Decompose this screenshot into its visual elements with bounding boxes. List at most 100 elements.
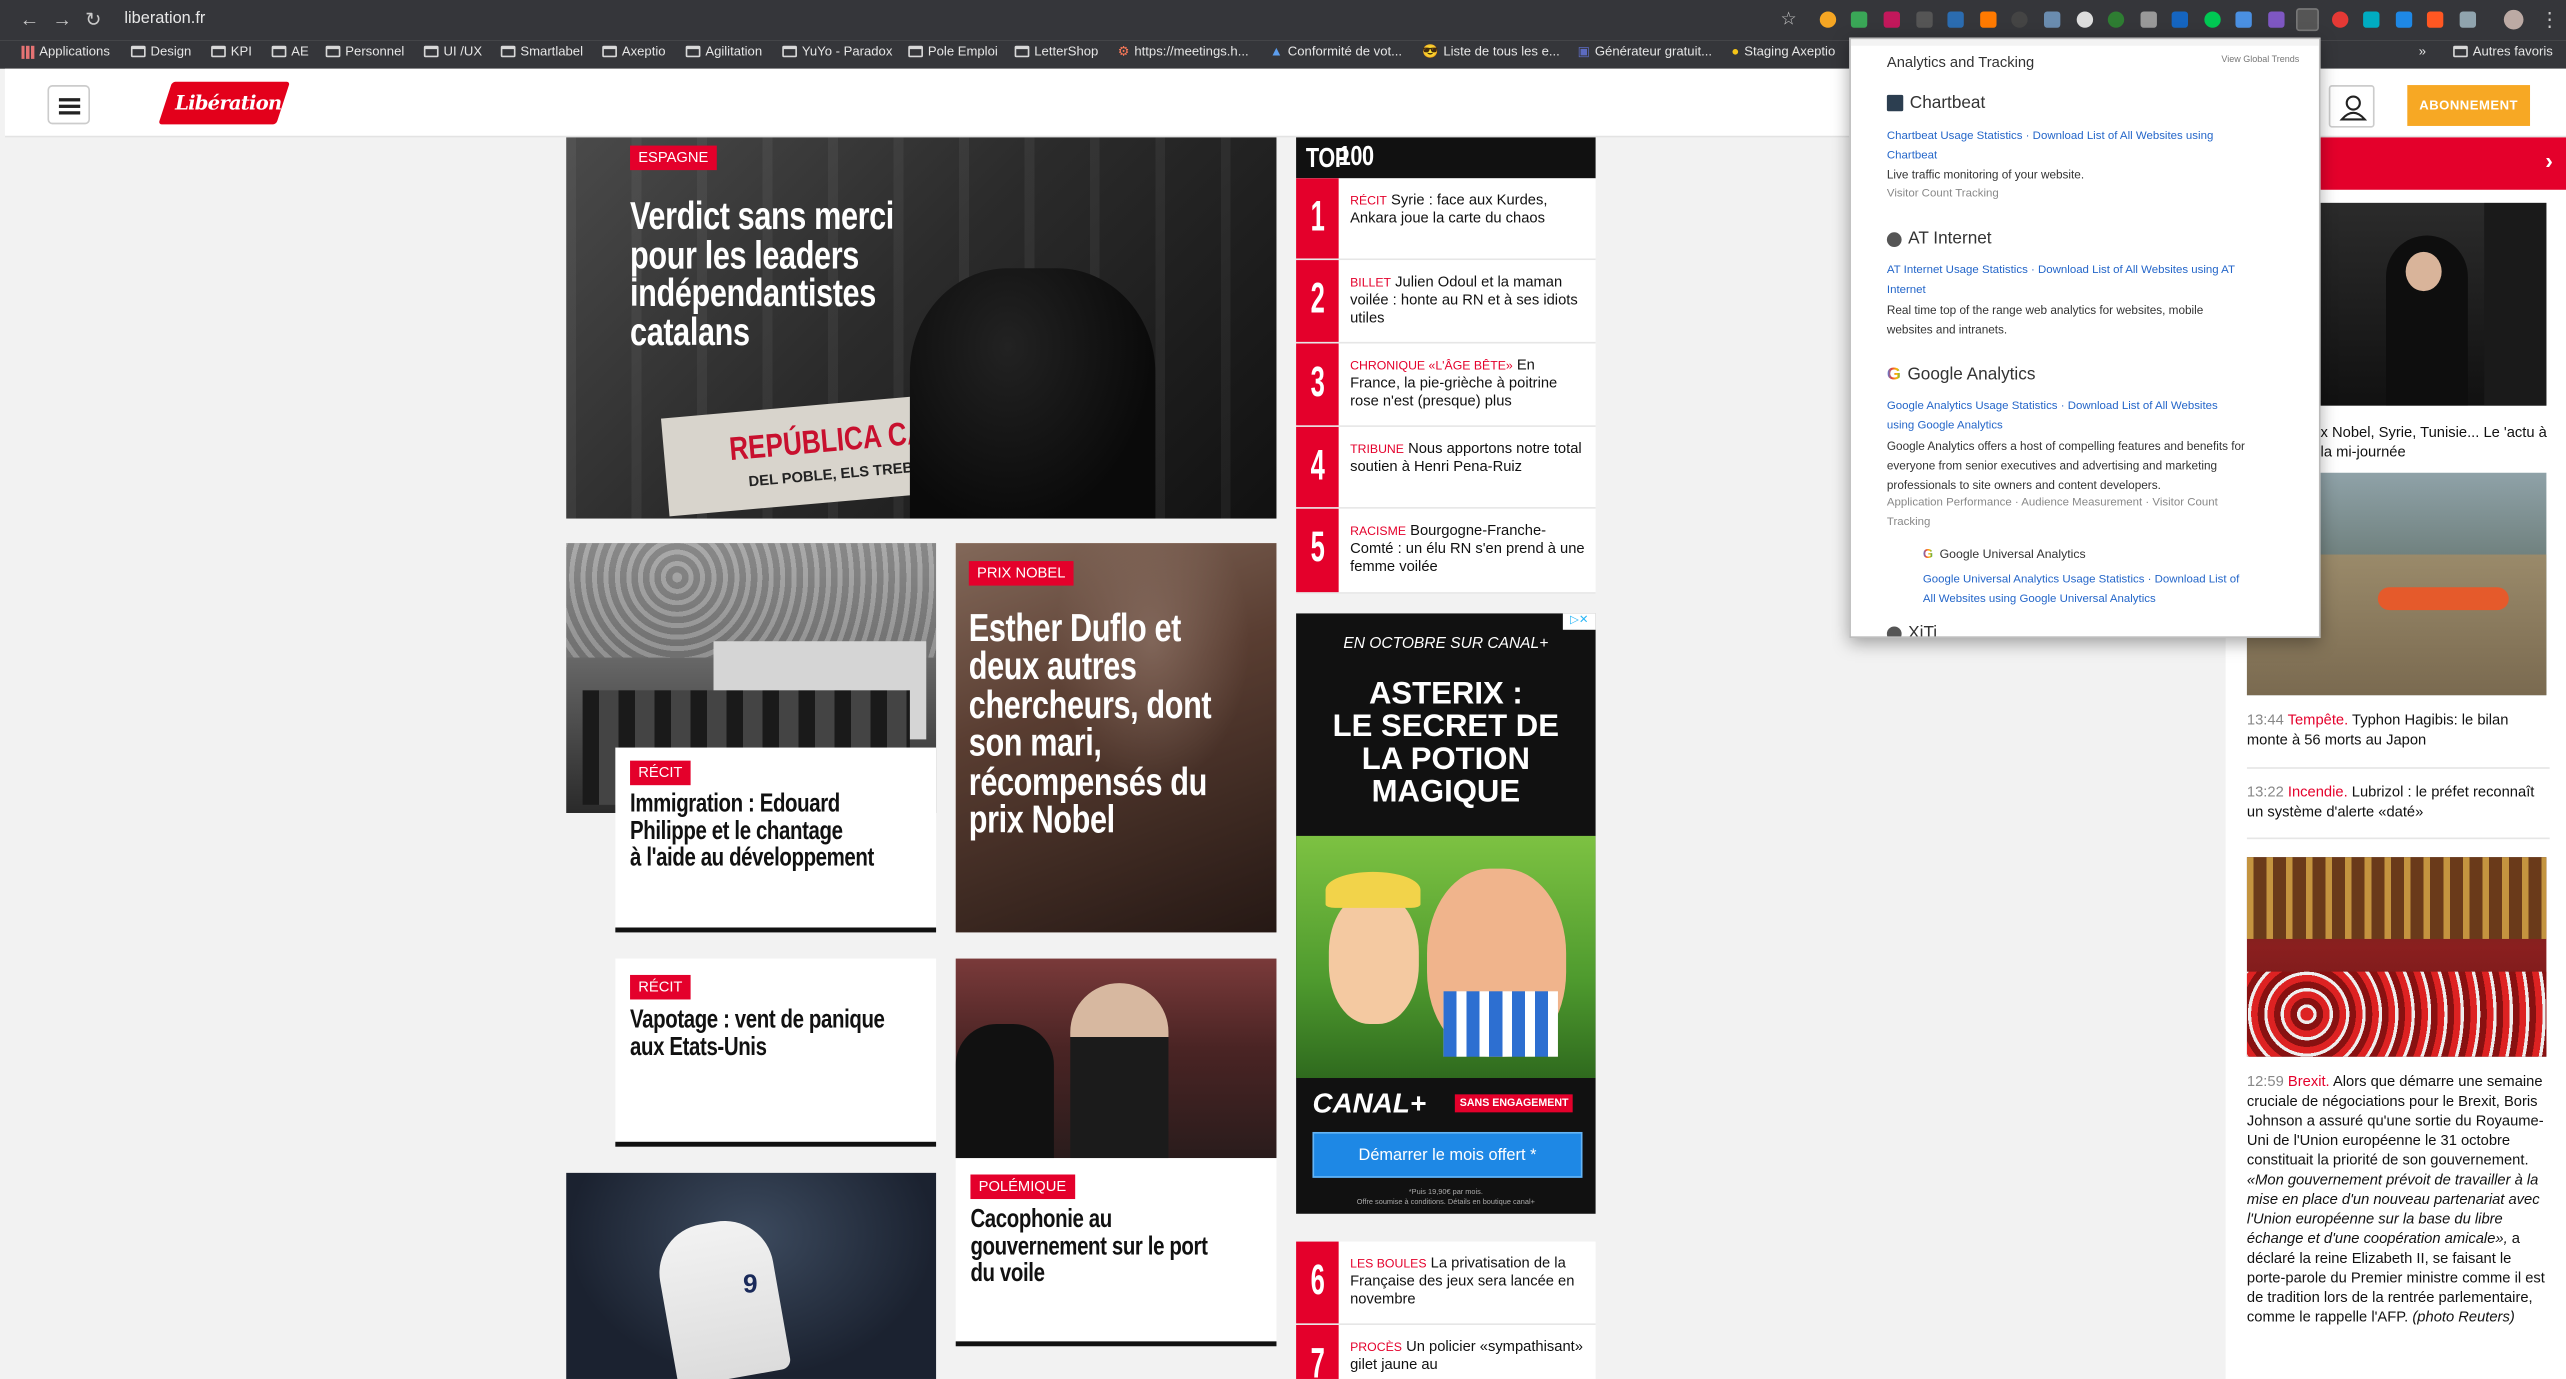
bookmark-link[interactable]: ▣ Générateur gratuit... [1578, 44, 1712, 59]
extension-icon[interactable] [2076, 11, 2094, 28]
canal-plus-ad[interactable]: ▷✕ EN OCTOBRE SUR CANAL+ ASTERIX : LE SE… [1296, 613, 1596, 1214]
bookmark-folder[interactable]: Agilitation [685, 44, 762, 59]
forward-icon[interactable]: → [52, 8, 72, 31]
news-item[interactable]: x Nobel, Syrie, Tunisie... Le 'actu à la… [2321, 422, 2550, 461]
extension-icon[interactable] [2140, 11, 2157, 28]
extension-icon[interactable] [2043, 11, 2061, 28]
folder-icon [685, 45, 701, 58]
chartbeat-links[interactable]: Chartbeat Usage Statistics · Download Li… [1887, 128, 2213, 148]
subscribe-button[interactable]: ABONNEMENT [2407, 85, 2531, 126]
extension-icon[interactable] [2171, 11, 2189, 28]
bookmark-folder[interactable]: Design [130, 44, 191, 59]
bookmark-other[interactable]: Autres favoris [2453, 44, 2553, 59]
immigration-card[interactable]: RÉCIT Immigration : Edouard Philippe et … [615, 747, 937, 931]
google-analytics-links[interactable]: using Google Analytics [1887, 417, 2003, 437]
folder-icon [211, 45, 226, 58]
kebab-menu-icon[interactable]: ⋮ [2540, 8, 2560, 31]
xiti-heading[interactable]: XiTi [1886, 623, 1937, 637]
extension-icon[interactable] [1916, 11, 1933, 28]
google-analytics-links[interactable]: Google Analytics Usage Statistics · Down… [1887, 397, 2218, 417]
cacophonie-card[interactable]: POLÉMIQUE Cacophonie au gouvernement sur… [955, 1158, 1277, 1345]
extension-icon[interactable] [2235, 11, 2252, 28]
parliament-photo[interactable] [2246, 857, 2547, 1057]
bookmark-apps[interactable]: Applications [21, 44, 110, 59]
bookmark-folder[interactable]: Axeptio [602, 44, 666, 59]
top100-header: TOP 100 [1296, 137, 1596, 179]
chartbeat-heading[interactable]: Chartbeat [1886, 93, 1985, 113]
reload-icon[interactable]: ↻ [85, 8, 101, 31]
cacophonie-photo[interactable] [955, 958, 1277, 1159]
bookmark-link[interactable]: ⚙ https://meetings.h... [1118, 44, 1249, 59]
football-photo[interactable]: 9 [566, 1172, 937, 1379]
profile-avatar[interactable] [2503, 9, 2524, 30]
bookmark-folder[interactable]: LetterShop [1014, 44, 1098, 59]
star-icon[interactable]: ☆ [1781, 8, 1797, 31]
extension-icon[interactable] [2395, 11, 2413, 28]
bookmark-folder[interactable]: UI /UX [423, 44, 482, 59]
address-bar[interactable]: liberation.fr [124, 10, 205, 28]
back-icon[interactable]: ← [20, 8, 40, 31]
extension-icon[interactable] [1947, 11, 1964, 28]
right-photo-royals[interactable] [2320, 202, 2547, 406]
bookmark-folder[interactable]: Personnel [325, 44, 404, 59]
account-button[interactable] [2328, 85, 2375, 128]
nobel-title[interactable]: Esther Duflo et deux autres chercheurs, … [969, 609, 1269, 840]
bookmark-folder[interactable]: Pole Emploi [908, 44, 998, 59]
google-analytics-heading[interactable]: G Google Analytics [1887, 365, 2036, 385]
live-banner[interactable]: › [2320, 137, 2566, 190]
at-internet-links[interactable]: Internet [1887, 281, 1926, 301]
site-icon: ▲ [1269, 44, 1283, 59]
extension-icon[interactable] [2363, 11, 2380, 28]
top100-item[interactable]: 1 RÉCIT Syrie : face aux Kurdes, Ankara … [1296, 178, 1596, 261]
news-item[interactable]: 13:44 Tempête. Typhon Hagibis: le bilan … [2247, 710, 2550, 749]
extension-icon[interactable] [2268, 11, 2285, 28]
liberation-logo[interactable]: Libération [158, 81, 291, 125]
bookmark-link[interactable]: ● Staging Axeptio [1731, 44, 1835, 59]
top100-item[interactable]: 5 RACISME Bourgogne-Franche-Comté : un é… [1296, 508, 1596, 594]
bookmark-folder[interactable]: YuYo - Paradox [782, 44, 892, 59]
asterix-artwork [1296, 835, 1596, 1078]
extension-icon[interactable] [2332, 11, 2349, 28]
global-trends-link[interactable]: View Global Trends [2221, 56, 2299, 66]
extension-icon[interactable] [1980, 11, 1997, 28]
google-icon: G [1886, 364, 1901, 385]
hero-title[interactable]: Verdict sans merci pour les leaders indé… [630, 198, 1051, 352]
extension-icon[interactable] [2107, 11, 2125, 28]
news-item[interactable]: 13:22 Incendie. Lubrizol : le préfet rec… [2247, 782, 2550, 821]
ad-cta-button[interactable]: Démarrer le mois offert * [1312, 1131, 1583, 1178]
folder-icon [2453, 45, 2468, 58]
top100-item[interactable]: 2 BILLET Julien Odoul et la maman voilée… [1296, 260, 1596, 344]
news-item-brexit[interactable]: 12:59 Brexit. Alors que démarre une sema… [2247, 1071, 2550, 1326]
extension-icon[interactable] [2426, 11, 2444, 28]
builtwith-extension-icon[interactable] [2296, 8, 2319, 32]
at-internet-heading[interactable]: AT Internet [1886, 229, 1992, 249]
extension-icon[interactable] [1850, 11, 1868, 28]
at-internet-links[interactable]: AT Internet Usage Statistics · Download … [1887, 262, 2235, 282]
extension-icon[interactable] [1819, 11, 1837, 28]
hero-tag[interactable]: ESPAGNE [630, 145, 717, 171]
extension-icon[interactable] [2204, 11, 2221, 28]
nobel-tag[interactable]: PRIX NOBEL [968, 561, 1074, 586]
vapotage-card[interactable]: RÉCIT Vapotage : vent de panique aux Eta… [615, 958, 937, 1146]
top100-item[interactable]: 3 CHRONIQUE «L'ÂGE BÊTE» En France, la p… [1296, 343, 1596, 427]
bookmark-link[interactable]: 😎 Liste de tous les e... [1422, 44, 1560, 59]
bookmark-link[interactable]: ▲ Conformité de vot... [1270, 44, 1402, 59]
top100-item[interactable]: 6 LES BOULES La privatisation de la Fran… [1296, 1241, 1596, 1325]
hubspot-icon: ⚙ [1117, 44, 1130, 59]
bookmarks-overflow-icon[interactable]: » [2419, 44, 2426, 59]
extension-icon[interactable] [2011, 11, 2028, 28]
bookmark-folder[interactable]: KPI [211, 44, 252, 59]
adchoices-icon[interactable]: ▷✕ [1562, 613, 1596, 630]
top100-item[interactable]: 7 PROCÈS Un policier «sympathisant» gile… [1296, 1324, 1596, 1379]
google-universal-analytics-links[interactable]: Google Universal Analytics Usage Statist… [1923, 571, 2239, 591]
google-universal-analytics-heading[interactable]: G Google Universal Analytics [1923, 546, 2086, 561]
menu-button[interactable] [47, 85, 91, 125]
extension-icon[interactable] [1883, 11, 1900, 28]
google-universal-analytics-links[interactable]: All Websites using Google Universal Anal… [1923, 591, 2156, 611]
chartbeat-links[interactable]: Chartbeat [1887, 147, 1937, 167]
extension-icon[interactable] [2459, 11, 2477, 28]
bookmark-folder[interactable]: AE [271, 44, 309, 59]
bookmark-folder[interactable]: Smartlabel [500, 44, 583, 59]
folder-icon [325, 45, 341, 58]
top100-item[interactable]: 4 TRIBUNE Nous apportons notre total sou… [1296, 426, 1596, 509]
